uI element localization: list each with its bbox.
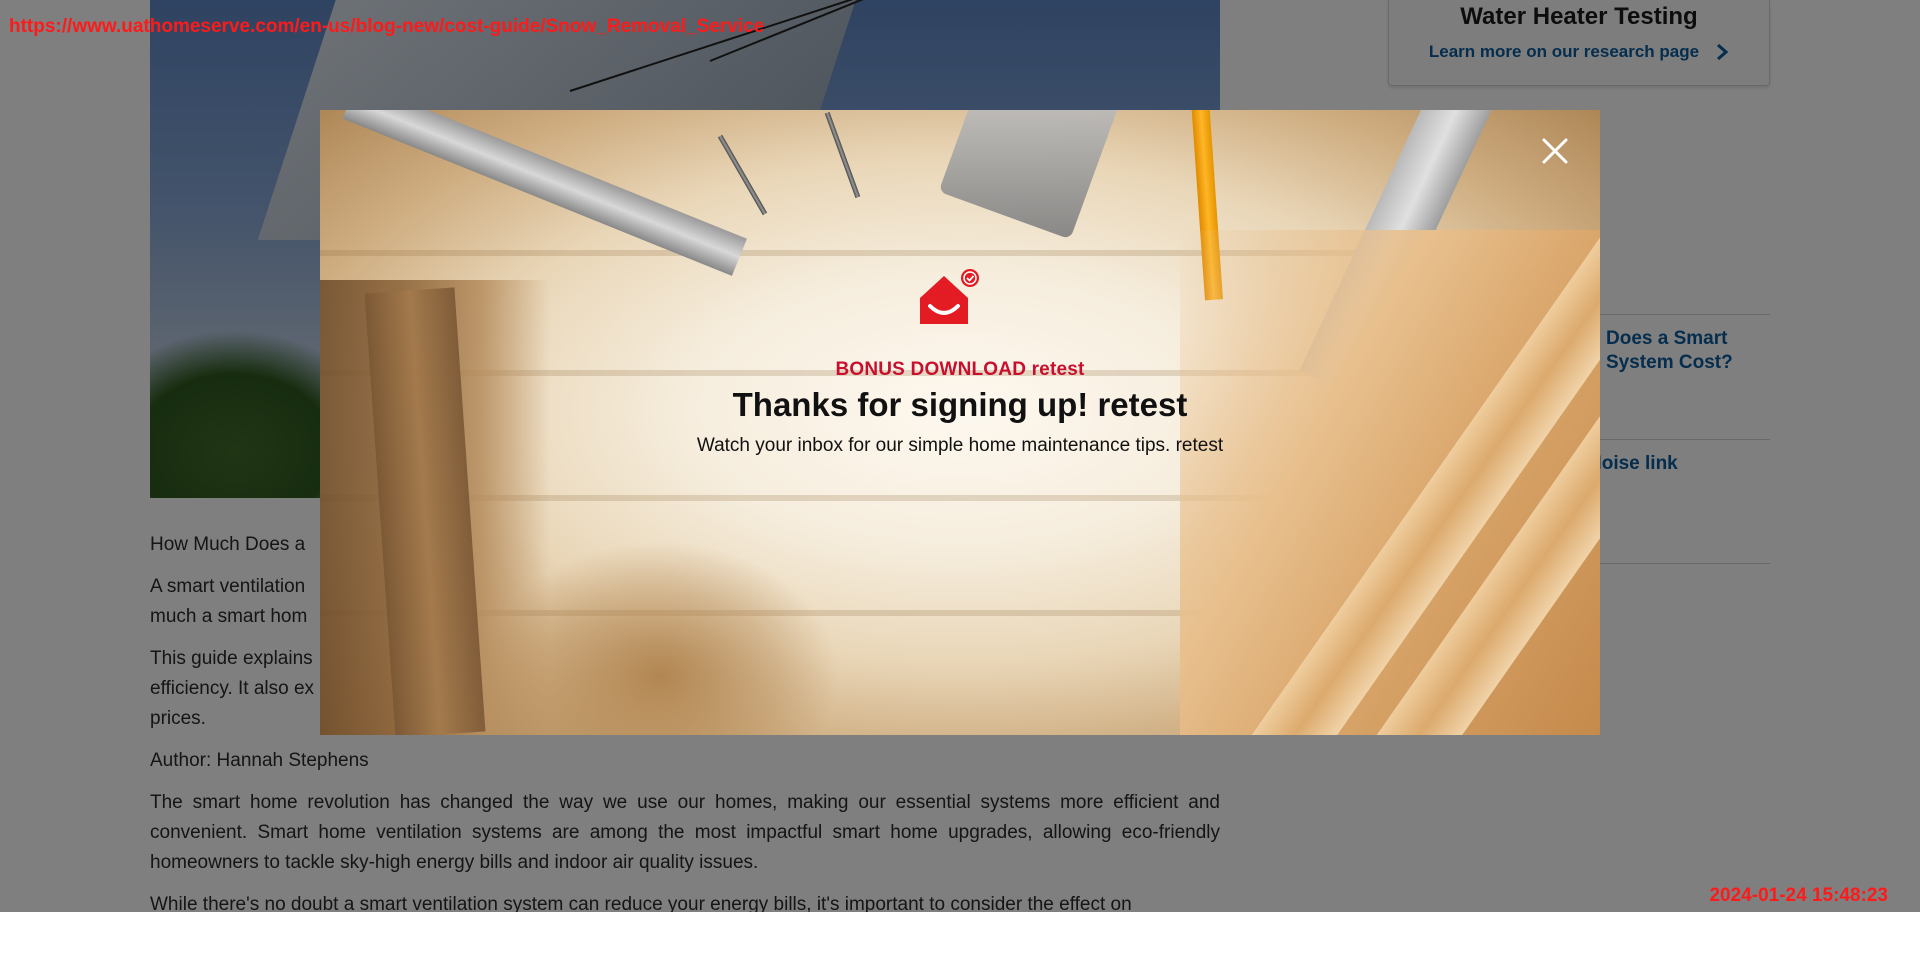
recording-timestamp: 2024-01-24 15:48:23 bbox=[1709, 885, 1888, 906]
house-check-icon bbox=[920, 269, 979, 324]
close-icon[interactable] bbox=[1540, 136, 1570, 166]
bonus-download-label: BONUS DOWNLOAD retest bbox=[835, 359, 1085, 380]
signup-confirmation-modal: BONUS DOWNLOAD retest Thanks for signing… bbox=[320, 110, 1600, 735]
recording-url: https://www.uathomeserve.com/en-us/blog-… bbox=[9, 16, 765, 37]
modal-title: Thanks for signing up! retest bbox=[732, 386, 1188, 423]
modal-message: Watch your inbox for our simple home mai… bbox=[696, 435, 1224, 456]
